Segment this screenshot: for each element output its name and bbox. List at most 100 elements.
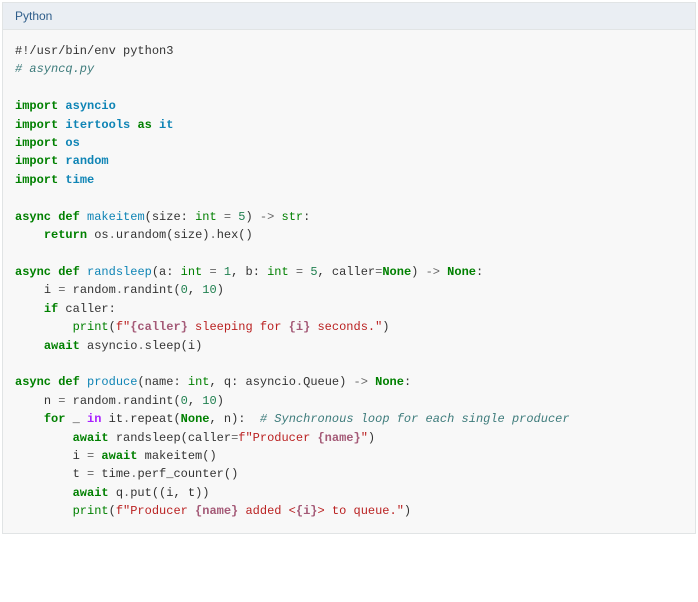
str: f [116,504,123,518]
p: , [318,265,325,279]
op: = [224,210,231,224]
op: = [58,394,65,408]
num: 10 [202,283,216,297]
str: Producer [130,504,195,518]
typ: int [188,375,210,389]
p: : [404,375,411,389]
fn: makeitem [87,210,145,224]
mod: itertools [65,118,130,132]
p: : [476,265,483,279]
p: ( [173,412,180,426]
id: caller [332,265,375,279]
p: ) [217,394,224,408]
kw: def [58,265,80,279]
interp: {caller} [130,320,188,334]
p: , [173,486,180,500]
p: : [109,302,116,316]
id: n [224,412,231,426]
kw: async [15,210,51,224]
id: i [44,283,51,297]
p: : [173,375,180,389]
id: asyncio [87,339,137,353]
kw: if [44,302,58,316]
id: time [101,467,130,481]
interp: {i} [289,320,311,334]
id: n [44,394,51,408]
str: added < [238,504,296,518]
kw: import [15,173,58,187]
str: seconds. [310,320,375,334]
p: ) [382,320,389,334]
id: it [109,412,123,426]
kw: async [15,375,51,389]
attr: Queue [303,375,339,389]
attr: sleep [145,339,181,353]
kw: return [44,228,87,242]
typ: int [267,265,289,279]
interp: {i} [296,504,318,518]
op: = [87,467,94,481]
str: Producer [253,431,318,445]
id: size [173,228,202,242]
op: . [116,394,123,408]
p: ( [238,228,245,242]
op: . [109,228,116,242]
p: , [188,283,195,297]
p: : [231,375,238,389]
p: ( [109,504,116,518]
id: randsleep [116,431,181,445]
kw: import [15,154,58,168]
p: ) [209,449,216,463]
mod: time [65,173,94,187]
attr: randint [123,394,173,408]
kw: import [15,118,58,132]
p: ) [246,228,253,242]
p: : [303,210,310,224]
kw: await [73,486,109,500]
typ: str [282,210,304,224]
id: asyncio [246,375,296,389]
fn: produce [87,375,137,389]
id: b [245,265,252,279]
kw: async [15,265,51,279]
op: = [209,265,216,279]
op: . [137,339,144,353]
id: os [94,228,108,242]
comment-filename: # asyncq.py [15,62,94,76]
id: caller [65,302,108,316]
const: None [375,375,404,389]
p: , [231,265,238,279]
num: 1 [224,265,231,279]
kw: import [15,99,58,113]
code-body: #!/usr/bin/env python3 # asyncq.py impor… [3,30,695,533]
p: ( [137,375,144,389]
p: ( [181,431,188,445]
code-block: Python #!/usr/bin/env python3 # asyncq.p… [2,2,696,534]
str: sleeping for [188,320,289,334]
id: size [152,210,181,224]
const: None [382,265,411,279]
p: ) [339,375,346,389]
mod: random [65,154,108,168]
p: ) [368,431,375,445]
id: _ [73,412,80,426]
str: > to queue. [317,504,396,518]
kw: await [101,449,137,463]
p: ) [411,265,418,279]
attr: put [130,486,152,500]
typ: int [181,265,203,279]
p: ) [245,210,252,224]
kw: def [58,375,80,389]
kw: def [58,210,80,224]
p: ( [173,394,180,408]
id: i [73,449,80,463]
comment: # Synchronous loop for each single produ… [260,412,570,426]
op: -> [426,265,440,279]
interp: {name} [195,504,238,518]
const: None [447,265,476,279]
id: i [188,339,195,353]
attr: hex [217,228,239,242]
p: , [188,394,195,408]
builtin: print [73,504,109,518]
p: ) [404,504,411,518]
